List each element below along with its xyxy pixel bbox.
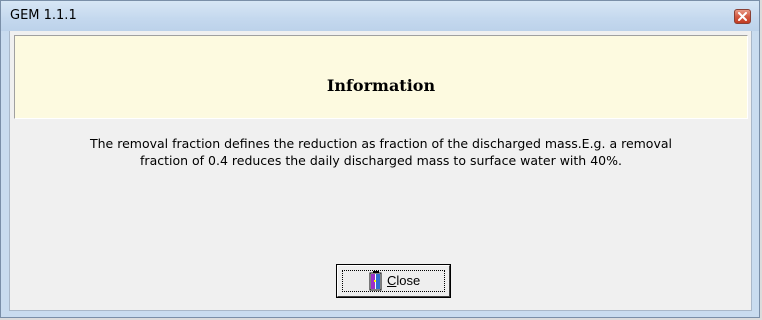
header-title: Information xyxy=(326,76,436,95)
window-title: GEM 1.1.1 xyxy=(10,8,77,23)
door-exit-icon xyxy=(369,271,382,291)
info-message: The removal fraction defines the reducti… xyxy=(14,135,748,169)
info-message-line-2: fraction of 0.4 reduces the daily discha… xyxy=(140,153,622,168)
close-label-rest: lose xyxy=(396,273,421,288)
window-close-button[interactable] xyxy=(734,9,751,24)
close-x-icon xyxy=(738,12,747,21)
close-button[interactable]: Close xyxy=(336,264,451,298)
close-mnemonic: C xyxy=(387,273,397,288)
dialog-window: GEM 1.1.1 Information The removal fracti… xyxy=(0,0,760,318)
close-button-label: Close xyxy=(387,273,420,289)
title-bar[interactable]: GEM 1.1.1 xyxy=(1,1,759,31)
dialog-client-area: Information The removal fraction defines… xyxy=(9,31,752,311)
header-panel: Information xyxy=(14,35,748,119)
info-message-line-1: The removal fraction defines the reducti… xyxy=(90,136,672,151)
